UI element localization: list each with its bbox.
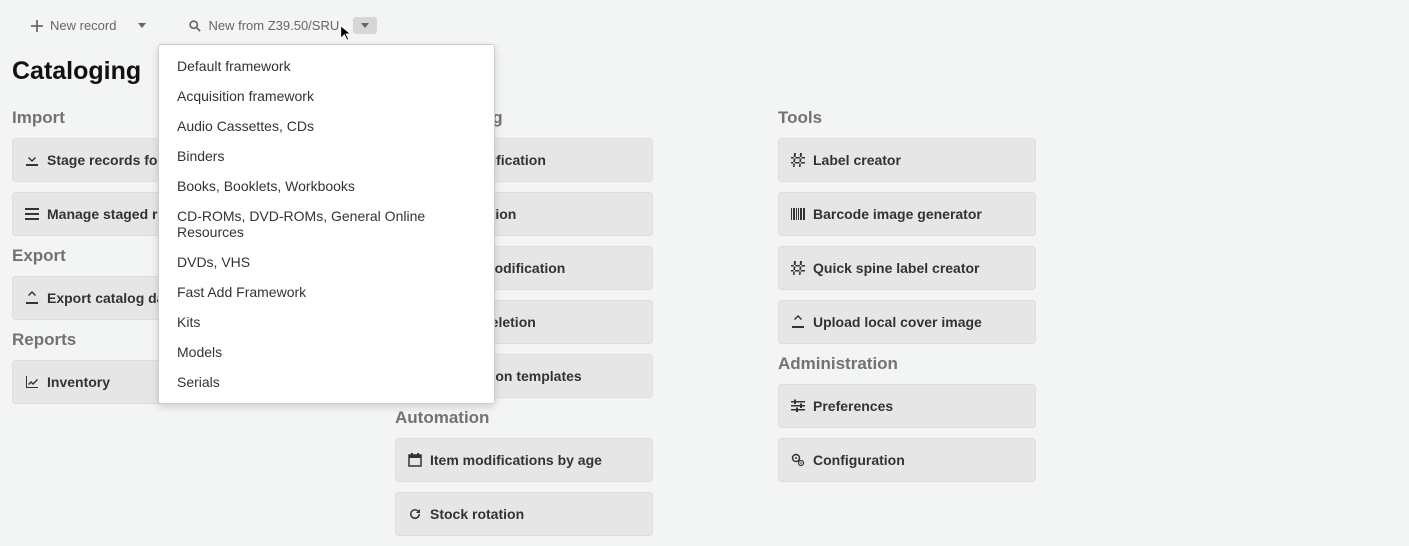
section-admin: Administration: [778, 354, 1036, 374]
calendar-icon: [408, 453, 422, 467]
chart-line-icon: [25, 375, 39, 389]
framework-option[interactable]: Books, Booklets, Workbooks: [159, 171, 494, 201]
barcode-generator-label: Barcode image generator: [813, 206, 982, 222]
caret-down-icon: [138, 23, 146, 28]
item-by-age-button[interactable]: Item modifications by age: [395, 438, 653, 482]
plus-icon: [30, 19, 44, 33]
column-tools-admin: Tools Label creator Barcode image genera…: [778, 100, 1036, 546]
hash-icon: [791, 153, 805, 167]
hash-icon: [791, 261, 805, 275]
upload-icon: [791, 315, 805, 329]
stock-rotation-button[interactable]: Stock rotation: [395, 492, 653, 536]
upload-icon: [25, 291, 39, 305]
gears-icon: [791, 453, 805, 467]
inventory-label: Inventory: [47, 374, 110, 390]
download-icon: [25, 153, 39, 167]
framework-option[interactable]: Serials: [159, 367, 494, 397]
new-z3950-caret-button[interactable]: [353, 17, 377, 34]
configuration-label: Configuration: [813, 452, 905, 468]
section-automation: Automation: [395, 408, 653, 428]
framework-option[interactable]: Default framework: [159, 51, 494, 81]
framework-dropdown: Default frameworkAcquisition frameworkAu…: [158, 44, 495, 404]
framework-option[interactable]: Acquisition framework: [159, 81, 494, 111]
quick-spine-label: Quick spine label creator: [813, 260, 980, 276]
barcode-generator-button[interactable]: Barcode image generator: [778, 192, 1036, 236]
sliders-icon: [791, 399, 805, 413]
label-creator-button[interactable]: Label creator: [778, 138, 1036, 182]
preferences-button[interactable]: Preferences: [778, 384, 1036, 428]
framework-option[interactable]: Binders: [159, 141, 494, 171]
caret-down-icon: [361, 23, 369, 28]
new-z3950-label: New from Z39.50/SRU: [208, 18, 339, 33]
quick-spine-button[interactable]: Quick spine label creator: [778, 246, 1036, 290]
upload-cover-label: Upload local cover image: [813, 314, 982, 330]
framework-option[interactable]: Models: [159, 337, 494, 367]
search-icon: [188, 19, 202, 33]
framework-option[interactable]: Kits: [159, 307, 494, 337]
upload-cover-button[interactable]: Upload local cover image: [778, 300, 1036, 344]
framework-option[interactable]: DVDs, VHS: [159, 247, 494, 277]
toolbar: New record New from Z39.50/SRU: [0, 0, 1409, 43]
framework-option[interactable]: Audio Cassettes, CDs: [159, 111, 494, 141]
configuration-button[interactable]: Configuration: [778, 438, 1036, 482]
list-icon: [25, 207, 39, 221]
barcode-icon: [791, 207, 805, 221]
new-z3950-button[interactable]: New from Z39.50/SRU: [178, 12, 349, 39]
framework-option[interactable]: Fast Add Framework: [159, 277, 494, 307]
item-by-age-label: Item modifications by age: [430, 452, 602, 468]
new-record-button[interactable]: New record: [20, 12, 126, 39]
framework-option[interactable]: CD-ROMs, DVD-ROMs, General Online Resour…: [159, 201, 494, 247]
new-record-label: New record: [50, 18, 116, 33]
refresh-icon: [408, 507, 422, 521]
section-tools: Tools: [778, 108, 1036, 128]
label-creator-label: Label creator: [813, 152, 901, 168]
preferences-label: Preferences: [813, 398, 893, 414]
new-record-caret-button[interactable]: [130, 17, 154, 34]
